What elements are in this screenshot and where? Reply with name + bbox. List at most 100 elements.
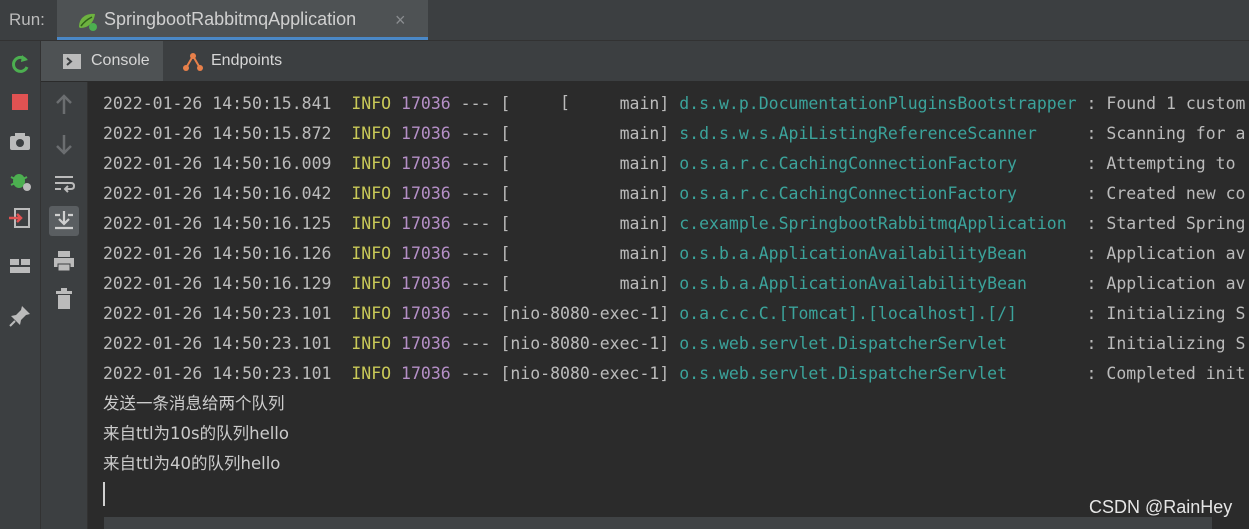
log-pid: 17036 [401,184,451,203]
log-logger[interactable]: d.s.w.p.DocumentationPluginsBootstrapper [679,94,1076,113]
log-logger[interactable]: o.s.a.r.c.CachingConnectionFactory [679,154,1076,173]
spring-boot-icon [79,13,97,31]
run-tab-title: SpringbootRabbitmqApplication [104,9,357,29]
log-separator: --- [460,184,491,203]
log-logger[interactable]: c.example.SpringbootRabbitmqApplication [679,214,1076,233]
watermark: CSDN @RainHey [1089,497,1233,517]
log-thread: [ main] [500,124,670,143]
log-message: : Initializing S [1086,304,1246,323]
log-pid: 17036 [401,304,451,323]
log-message: : Created new co [1086,184,1246,203]
endpoints-icon [183,53,203,71]
log-message: : Application av [1086,244,1246,263]
log-separator: --- [460,124,491,143]
log-thread: [ main] [500,154,670,173]
log-logger[interactable]: o.s.web.servlet.DispatcherServlet [679,334,1076,353]
log-thread: [ main] [500,244,670,263]
log-separator: --- [460,274,491,293]
log-timestamp: 2022-01-26 14:50:15.841 [103,94,332,113]
log-level: INFO [351,274,392,293]
log-separator: --- [460,334,491,353]
log-logger[interactable]: o.s.web.servlet.DispatcherServlet [679,364,1076,383]
log-level: INFO [351,94,392,113]
log-message: : Scanning for a [1086,124,1246,143]
exit-icon[interactable] [7,205,33,231]
log-level: INFO [351,334,392,353]
close-icon[interactable]: × [395,10,406,31]
log-timestamp: 2022-01-26 14:50:16.042 [103,184,332,203]
soft-wrap-icon[interactable] [49,168,79,198]
arrow-up-icon[interactable] [49,90,79,120]
log-line: 2022-01-26 14:50:23.101 INFO 17036 --- [… [103,302,1245,326]
log-message: : Attempting to [1086,154,1246,173]
log-separator: --- [460,94,491,113]
log-thread: [ main] [500,184,670,203]
log-pid: 17036 [401,154,451,173]
scroll-to-end-icon[interactable] [49,206,79,236]
log-line: 2022-01-26 14:50:16.009 INFO 17036 --- [… [103,152,1245,176]
tab-console[interactable]: Console [41,41,163,81]
log-level: INFO [351,124,392,143]
log-logger[interactable]: o.s.a.r.c.CachingConnectionFactory [679,184,1076,203]
log-line: 2022-01-26 14:50:16.126 INFO 17036 --- [… [103,242,1245,266]
log-level: INFO [351,244,392,263]
tab-console-label: Console [91,52,150,69]
horizontal-scrollbar[interactable] [104,517,1212,529]
console-icon [63,54,81,69]
log-line: 2022-01-26 14:50:16.125 INFO 17036 --- [… [103,212,1245,236]
log-message: : Completed init [1086,364,1246,383]
log-logger[interactable]: o.a.c.c.C.[Tomcat].[localhost].[/] [679,304,1076,323]
stop-icon[interactable] [7,89,33,115]
log-thread: [nio-8080-exec-1] [500,304,670,323]
log-level: INFO [351,154,392,173]
log-timestamp: 2022-01-26 14:50:16.125 [103,214,332,233]
log-thread: [nio-8080-exec-1] [500,334,670,353]
console-actions-strip [41,82,88,529]
run-actions-strip [0,41,41,529]
log-timestamp: 2022-01-26 14:50:23.101 [103,334,332,353]
console-tabs: Console Endpoints [41,41,1249,82]
log-level: INFO [351,304,392,323]
camera-icon[interactable] [7,128,33,154]
log-level: INFO [351,214,392,233]
log-separator: --- [460,304,491,323]
log-line: 2022-01-26 14:50:23.101 INFO 17036 --- [… [103,332,1245,356]
pin-icon[interactable] [7,303,33,329]
run-tab-springboot[interactable]: SpringbootRabbitmqApplication × [57,0,428,40]
active-tab-indicator [57,37,428,40]
log-logger[interactable]: o.s.b.a.ApplicationAvailabilityBean [679,244,1076,263]
run-toolbar: Run: SpringbootRabbitmqApplication × [0,0,1249,41]
log-timestamp: 2022-01-26 14:50:23.101 [103,364,332,383]
debug-icon[interactable] [7,167,33,193]
log-separator: --- [460,154,491,173]
rerun-icon[interactable] [7,51,33,77]
log-separator: --- [460,364,491,383]
log-level: INFO [351,184,392,203]
log-message: : Initializing S [1086,334,1246,353]
log-message: : Started Spring [1086,214,1246,233]
log-timestamp: 2022-01-26 14:50:16.129 [103,274,332,293]
log-separator: --- [460,214,491,233]
log-logger[interactable]: o.s.b.a.ApplicationAvailabilityBean [679,274,1076,293]
print-icon[interactable] [49,246,79,276]
log-pid: 17036 [401,244,451,263]
output-line: 来自ttl为10s的队列hello [103,424,289,443]
log-timestamp: 2022-01-26 14:50:16.009 [103,154,332,173]
log-line: 2022-01-26 14:50:15.841 INFO 17036 --- [… [103,92,1245,116]
log-pid: 17036 [401,274,451,293]
console-output[interactable]: [ 2022-01-26 14:50:15.841 INFO 17036 ---… [88,82,1249,529]
output-line: 发送一条消息给两个队列 [103,394,285,413]
arrow-down-icon[interactable] [49,129,79,159]
log-line: 2022-01-26 14:50:23.101 INFO 17036 --- [… [103,362,1245,386]
log-thread: [ main] [500,94,670,113]
log-message: : Found 1 custom [1086,94,1246,113]
log-timestamp: 2022-01-26 14:50:15.872 [103,124,332,143]
log-line: 2022-01-26 14:50:16.042 INFO 17036 --- [… [103,182,1245,206]
tab-endpoints[interactable]: Endpoints [171,41,301,81]
trash-icon[interactable] [49,284,79,314]
log-thread: [nio-8080-exec-1] [500,364,670,383]
layout-icon[interactable] [7,253,33,279]
log-level: INFO [351,364,392,383]
log-logger[interactable]: s.d.s.w.s.ApiListingReferenceScanner [679,124,1076,143]
log-pid: 17036 [401,124,451,143]
